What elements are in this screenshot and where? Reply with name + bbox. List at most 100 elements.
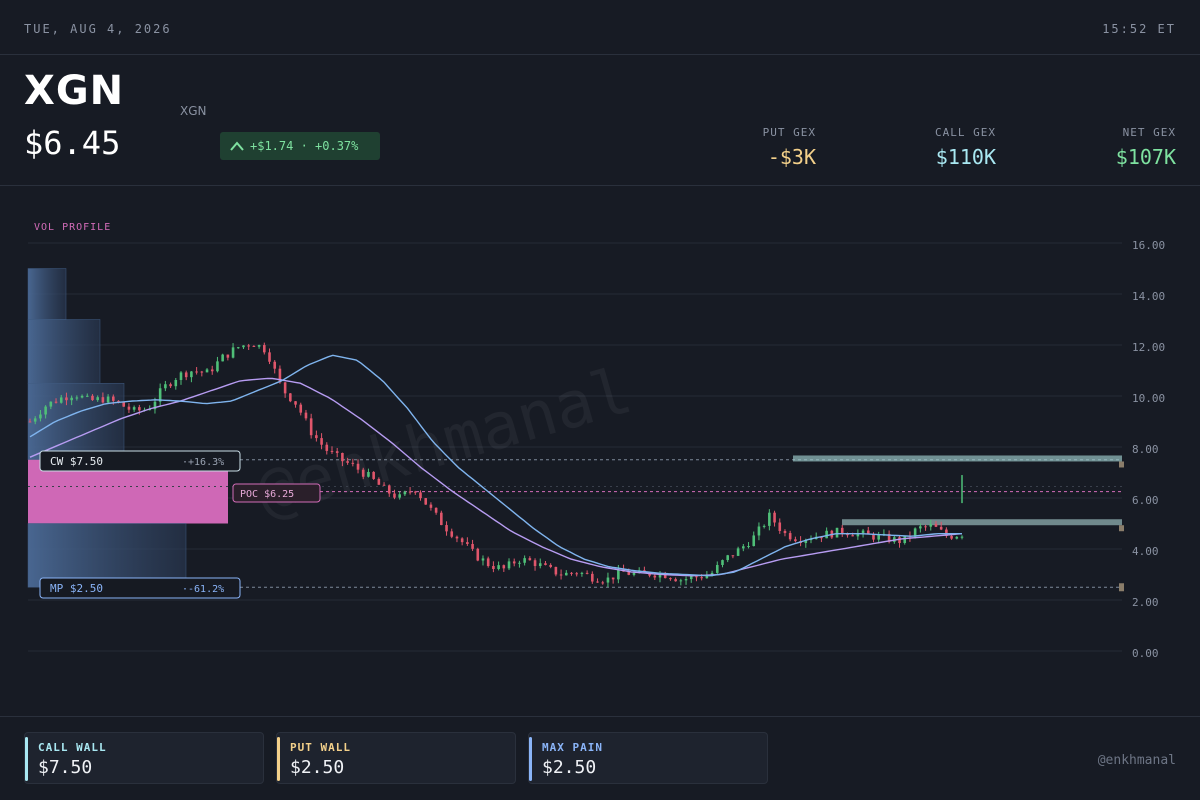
watermark: @enkhmanal [249,354,640,531]
candle-body [367,471,370,477]
mp-tag: MP $2.50 ·-61.2% [39,577,241,599]
chart-svg[interactable]: 16.00 14.00 12.00 10.00 8.00 6.00 4.00 2… [0,186,1200,716]
candle-body [122,402,126,407]
candle-body [476,548,480,561]
candle-body [601,582,605,584]
y-tick-label: 14.00 [1132,290,1165,303]
candle-body [28,421,32,423]
candle-body [393,493,396,498]
candle-body [507,561,511,569]
candle-body [190,371,193,378]
candle-body [533,560,537,567]
cw-tag: CW $7.50 ·+16.3% [39,450,241,472]
gex-bar-marker [1119,525,1124,532]
candle-body [132,407,136,410]
volume-profile [27,268,228,588]
candle-body [606,577,610,583]
change-value: +$1.74 · +0.37% [250,139,359,153]
max-pain-value: $2.50 [542,757,597,778]
candle-body [289,393,292,402]
candle-body [387,485,391,494]
candle-body [939,526,943,530]
candle-body [351,462,355,464]
candle-body [320,438,323,445]
candle-body [653,575,657,578]
candle-body [689,576,693,580]
candle-body [778,522,782,531]
candle-body [440,512,443,526]
put-wall-label: PUT WALL [290,741,351,754]
candle-body [700,577,703,579]
candle-body [788,533,792,540]
candle-body [585,572,589,574]
candle-body [236,347,240,349]
candle-body [169,384,172,387]
candle-body [382,484,386,486]
candle-body [570,572,573,574]
candle-body [195,371,198,373]
candle-body [564,572,568,576]
y-tick-label: 10.00 [1132,392,1165,405]
candle-body [80,395,84,398]
candle-body [138,407,141,411]
y-tick-label: 4.00 [1132,545,1159,558]
candle-body [580,572,584,574]
candle-body [106,396,110,403]
candle-body [773,512,776,523]
candle-body [184,372,188,378]
candle-body [497,565,500,569]
net-gex-value: $107K [1115,145,1176,169]
call-wall-value: $7.50 [38,757,93,778]
y-axis: 16.00 14.00 12.00 10.00 8.00 6.00 4.00 2… [1132,239,1165,660]
candle-body [851,535,854,537]
candle-body [263,345,266,353]
candle-body [226,354,230,358]
candle-body [747,546,750,548]
candle-body [257,345,261,347]
candle-body [247,345,250,347]
max-pain-accent [529,737,532,781]
candle-body [174,379,178,387]
candle-body [950,535,953,539]
candle-body [466,542,469,544]
top-bar: TUE, AUG 4, 2026 15:52 ET [0,0,1200,55]
candle-body [679,580,683,582]
put-wall-value: $2.50 [290,757,345,778]
net-gex: NET GEX $107K [1116,126,1176,169]
candle-body [726,555,729,561]
candle-body [216,361,219,372]
candle-body [695,576,698,578]
time-label: 15:52 ET [1102,22,1176,36]
candle-body [346,461,349,463]
candle-body [861,530,865,534]
candle-body [538,563,542,567]
candle-body [70,397,73,401]
quote-header: XGN XGN $6.45 +$1.74 · +0.37% PUT GEX -$… [0,56,1200,186]
candle-body [408,491,412,493]
candle-body [518,562,521,564]
last-price: $6.45 [24,124,121,162]
candle-body [955,536,959,539]
candle-body [596,581,599,583]
vol-profile-label: VOL PROFILE [34,222,111,233]
mp-tag-pct: ·-61.2% [182,584,224,595]
volume-bar [27,383,125,460]
ticker-subtitle: XGN [180,104,207,118]
candle-body [715,564,719,573]
candle-body [632,572,636,575]
candle-body [825,530,828,539]
candle-body [309,418,313,436]
candle-body [445,525,448,532]
poc-tag-label: POC $6.25 [240,489,294,500]
candle-body [934,524,938,527]
gex-bar-marker [1119,461,1124,468]
candle-body [752,535,756,547]
candle-body [75,397,79,399]
max-pain-label: MAX PAIN [542,741,603,754]
price-chart[interactable]: 16.00 14.00 12.00 10.00 8.00 6.00 4.00 2… [0,186,1200,716]
candle-body [684,579,688,581]
candle-body [413,491,417,493]
candle-body [835,527,839,538]
candle-body [742,546,745,549]
gex-bar [842,519,1122,526]
